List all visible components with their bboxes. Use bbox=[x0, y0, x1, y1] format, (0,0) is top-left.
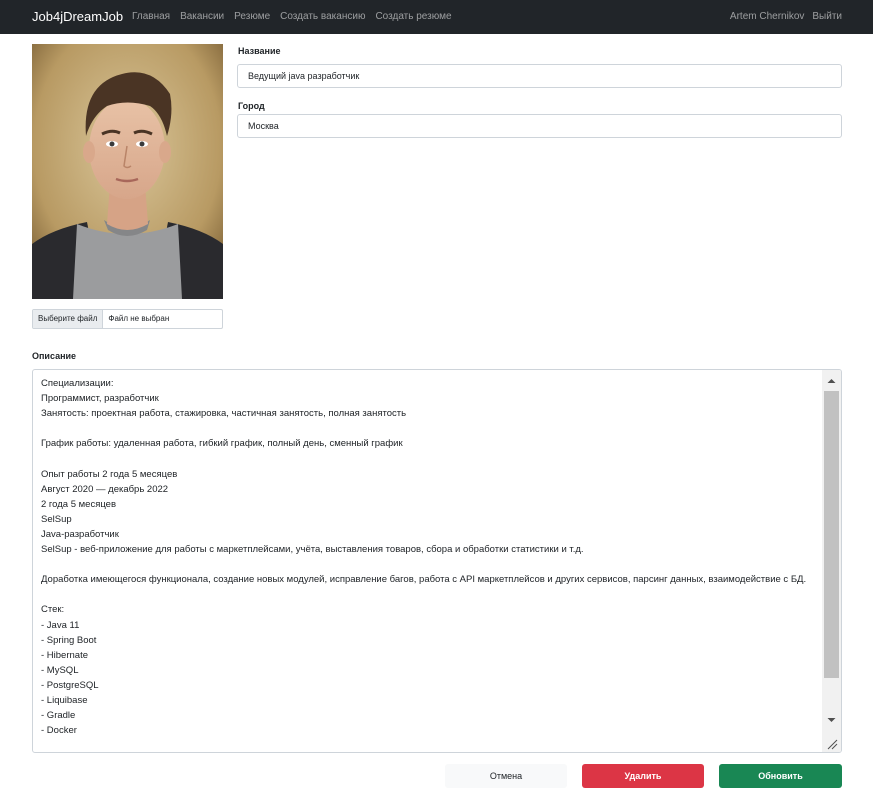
navbar: Job4jDreamJob Главная Вакансии Резюме Со… bbox=[0, 0, 873, 34]
resume-photo bbox=[32, 44, 223, 299]
brand-link[interactable]: Job4jDreamJob bbox=[32, 9, 123, 25]
scroll-down-icon[interactable] bbox=[822, 713, 841, 727]
nav-link-resumes[interactable]: Резюме bbox=[234, 11, 270, 23]
scroll-thumb[interactable] bbox=[824, 391, 839, 678]
nav-link-vacancies[interactable]: Вакансии bbox=[180, 11, 224, 23]
description-label: Описание bbox=[32, 351, 77, 361]
update-button[interactable]: Обновить bbox=[719, 764, 842, 788]
description-textarea[interactable]: Специализации: Программист, разработчик … bbox=[32, 369, 842, 753]
nav-link-create-resume[interactable]: Создать резюме bbox=[375, 11, 451, 23]
nav-link-create-vacancy[interactable]: Создать вакансию bbox=[280, 11, 365, 23]
file-status: Файл не выбран bbox=[108, 314, 170, 323]
textarea-scrollbar[interactable] bbox=[822, 370, 841, 752]
name-input[interactable]: Ведущий java разработчик bbox=[237, 64, 842, 88]
city-label: Город bbox=[238, 101, 265, 111]
photo-file-input[interactable]: Выберите файл Файл не выбран bbox=[32, 309, 223, 329]
scroll-up-icon[interactable] bbox=[822, 374, 841, 388]
choose-file-button[interactable]: Выберите файл bbox=[33, 310, 104, 328]
user-name[interactable]: Artem Chernikov bbox=[730, 11, 804, 23]
city-input[interactable]: Москва bbox=[237, 114, 842, 138]
name-label: Название bbox=[238, 46, 281, 56]
logout-link[interactable]: Выйти bbox=[812, 11, 842, 23]
nav-link-home[interactable]: Главная bbox=[132, 11, 170, 23]
cancel-button[interactable]: Отмена bbox=[445, 764, 567, 788]
description-text: Специализации: Программист, разработчик … bbox=[41, 378, 807, 737]
nav-links: Главная Вакансии Резюме Создать вакансию… bbox=[132, 11, 452, 23]
resize-handle-icon[interactable] bbox=[822, 734, 841, 752]
nav-user-area: Artem Chernikov Выйти bbox=[730, 11, 842, 23]
delete-button[interactable]: Удалить bbox=[582, 764, 704, 788]
